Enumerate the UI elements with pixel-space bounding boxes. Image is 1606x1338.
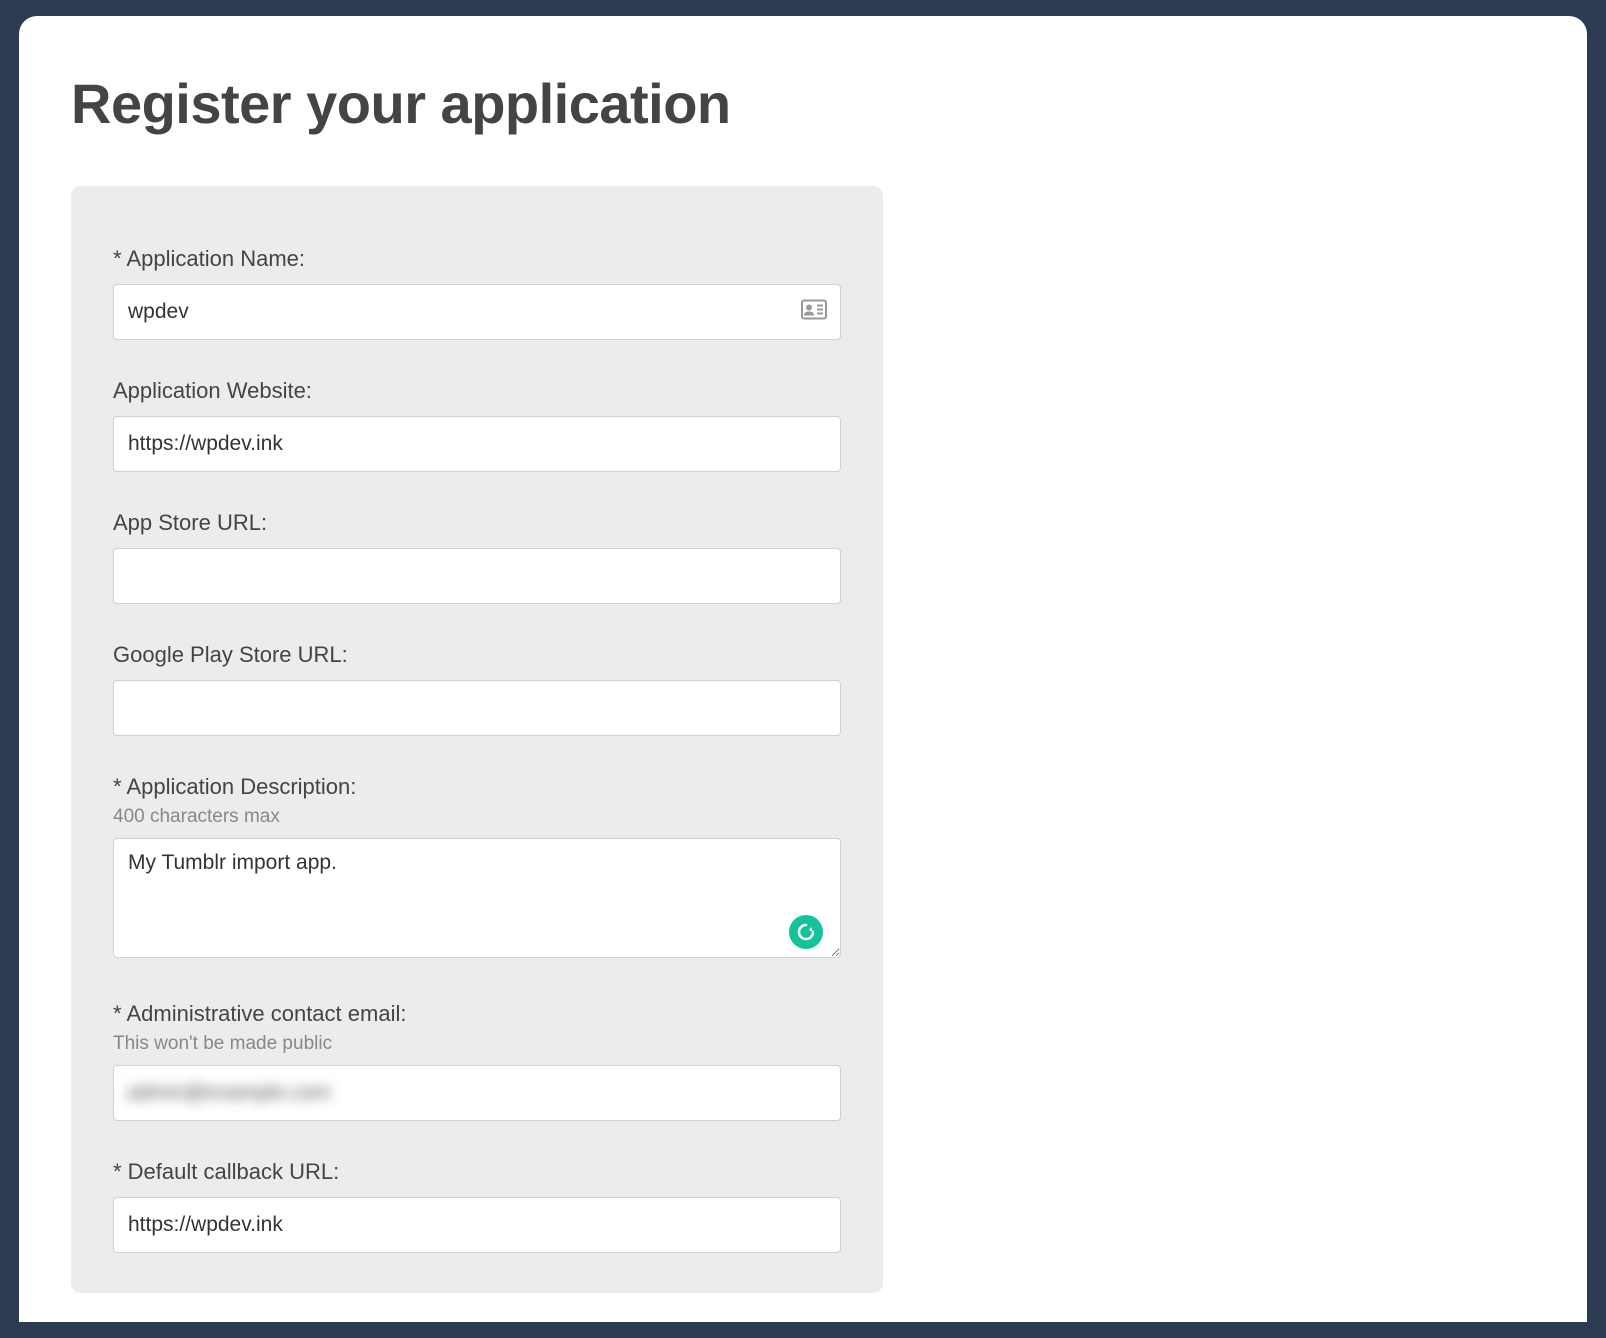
blurred-email-text: admin@example.com [127, 1081, 330, 1105]
form-group-app-description: * Application Description: 400 character… [113, 774, 841, 963]
app-description-textarea[interactable] [113, 838, 841, 958]
form-group-callback-url: * Default callback URL: [113, 1159, 841, 1253]
google-play-url-label: Google Play Store URL: [113, 642, 841, 668]
callback-url-label: * Default callback URL: [113, 1159, 841, 1185]
app-name-input-wrapper [113, 284, 841, 340]
form-group-app-website: Application Website: [113, 378, 841, 472]
page-container: Register your application * Application … [19, 16, 1587, 1322]
app-description-wrapper [113, 838, 841, 963]
app-name-label: * Application Name: [113, 246, 841, 272]
app-website-input[interactable] [113, 416, 841, 472]
app-store-url-label: App Store URL: [113, 510, 841, 536]
form-group-admin-email: * Administrative contact email: This won… [113, 1001, 841, 1121]
admin-email-input-wrapper: admin@example.com [113, 1065, 841, 1121]
app-store-url-input[interactable] [113, 548, 841, 604]
form-group-app-name: * Application Name: [113, 246, 841, 340]
form-group-app-store-url: App Store URL: [113, 510, 841, 604]
app-name-input[interactable] [113, 284, 841, 340]
callback-url-input[interactable] [113, 1197, 841, 1253]
admin-email-label: * Administrative contact email: [113, 1001, 841, 1027]
registration-form-card: * Application Name: Application Website: [71, 186, 883, 1293]
page-title: Register your application [71, 71, 1535, 136]
app-description-hint: 400 characters max [113, 806, 841, 828]
app-website-label: Application Website: [113, 378, 841, 404]
admin-email-hint: This won't be made public [113, 1033, 841, 1055]
form-group-google-play-url: Google Play Store URL: [113, 642, 841, 736]
google-play-url-input[interactable] [113, 680, 841, 736]
app-description-label: * Application Description: [113, 774, 841, 800]
